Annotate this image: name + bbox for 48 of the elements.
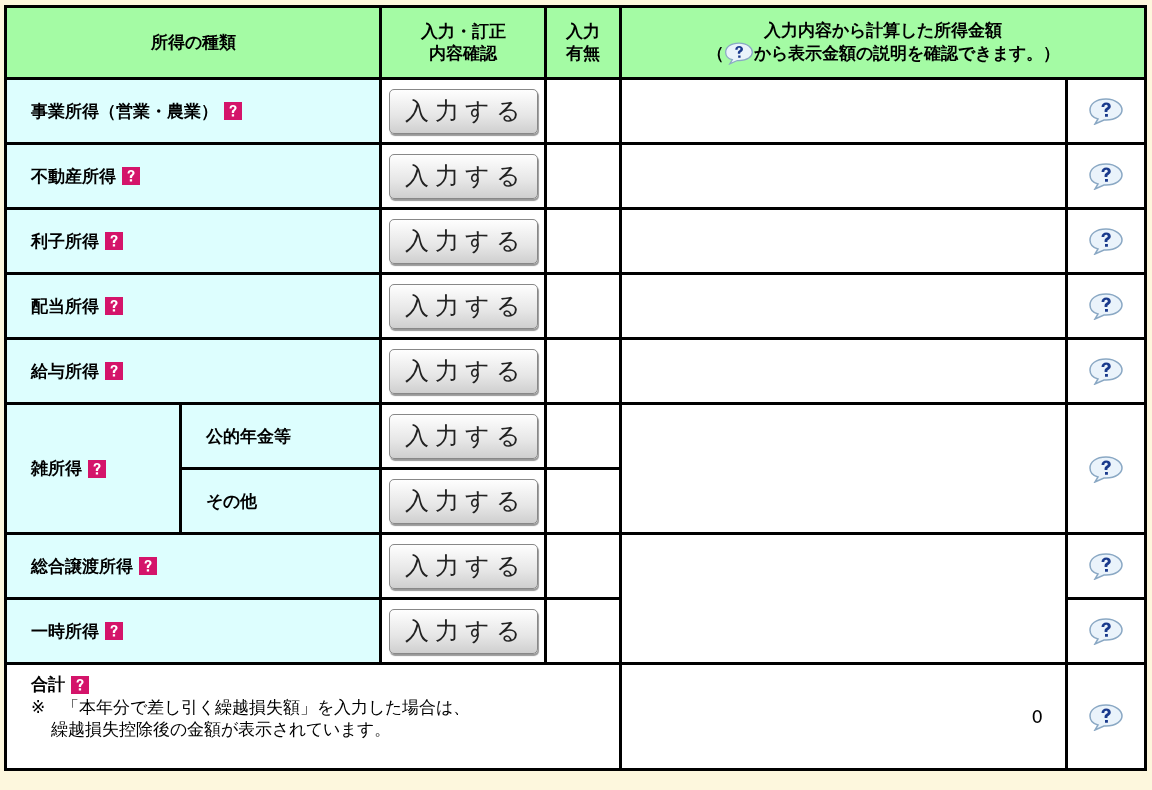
input-button[interactable]: 入力する [388, 543, 538, 589]
input-button[interactable]: 入力する [388, 283, 538, 329]
total-note: ※ 「本年分で差し引く繰越損失額」を入力した場合は、 [31, 697, 471, 717]
input-button[interactable]: 入力する [388, 218, 538, 264]
input-button[interactable]: 入力する [388, 153, 538, 199]
income-type-label: 利子所得 [31, 230, 99, 251]
income-type-label: その他 [206, 490, 257, 511]
total-label: 合計 [31, 674, 65, 694]
income-type-label: 給与所得 [31, 360, 99, 381]
help-icon[interactable] [105, 297, 123, 315]
income-type-label: 総合譲渡所得 [31, 555, 133, 576]
help-icon[interactable] [105, 622, 123, 640]
income-type-label: 雑所得 [31, 458, 82, 478]
help-icon[interactable] [139, 557, 157, 575]
column-header: 所得の種類 [150, 31, 236, 52]
total-amount: 0 [620, 663, 1067, 770]
help-icon[interactable] [1088, 162, 1124, 190]
input-button[interactable]: 入力する [388, 413, 538, 459]
help-icon[interactable] [1088, 552, 1124, 580]
column-header-note: （ [706, 42, 724, 64]
help-icon [723, 41, 754, 66]
income-type-label: 一時所得 [31, 620, 99, 641]
help-icon[interactable] [71, 675, 89, 694]
income-type-label: 公的年金等 [206, 425, 291, 446]
income-type-label: 配当所得 [31, 295, 99, 316]
help-icon[interactable] [1088, 617, 1124, 645]
total-note: 繰越損失控除後の金額が表示されています。 [51, 719, 392, 740]
income-type-label: 不動産所得 [31, 165, 116, 186]
help-icon[interactable] [1088, 357, 1124, 385]
column-header: 入力内容から計算した所得金額 [764, 19, 1002, 40]
help-icon[interactable] [1088, 292, 1124, 320]
help-icon[interactable] [88, 459, 106, 478]
income-type-label: 事業所得（営業・農業） [31, 100, 218, 121]
help-icon[interactable] [224, 102, 242, 120]
help-icon[interactable] [1088, 97, 1124, 125]
column-header: 入力・訂正 内容確認 [420, 21, 506, 63]
input-button[interactable]: 入力する [388, 478, 538, 524]
help-icon[interactable] [1088, 454, 1124, 483]
help-icon[interactable] [105, 362, 123, 380]
input-button[interactable]: 入力する [388, 348, 538, 394]
column-header-note: から表示金額の説明を確認できます。） [753, 42, 1060, 64]
help-icon[interactable] [1088, 227, 1124, 255]
help-icon[interactable] [1088, 702, 1124, 731]
help-icon[interactable] [105, 232, 123, 250]
help-icon[interactable] [122, 167, 140, 185]
input-button[interactable]: 入力する [388, 608, 538, 654]
input-button[interactable]: 入力する [388, 88, 538, 134]
column-header: 入力 有無 [566, 21, 600, 63]
